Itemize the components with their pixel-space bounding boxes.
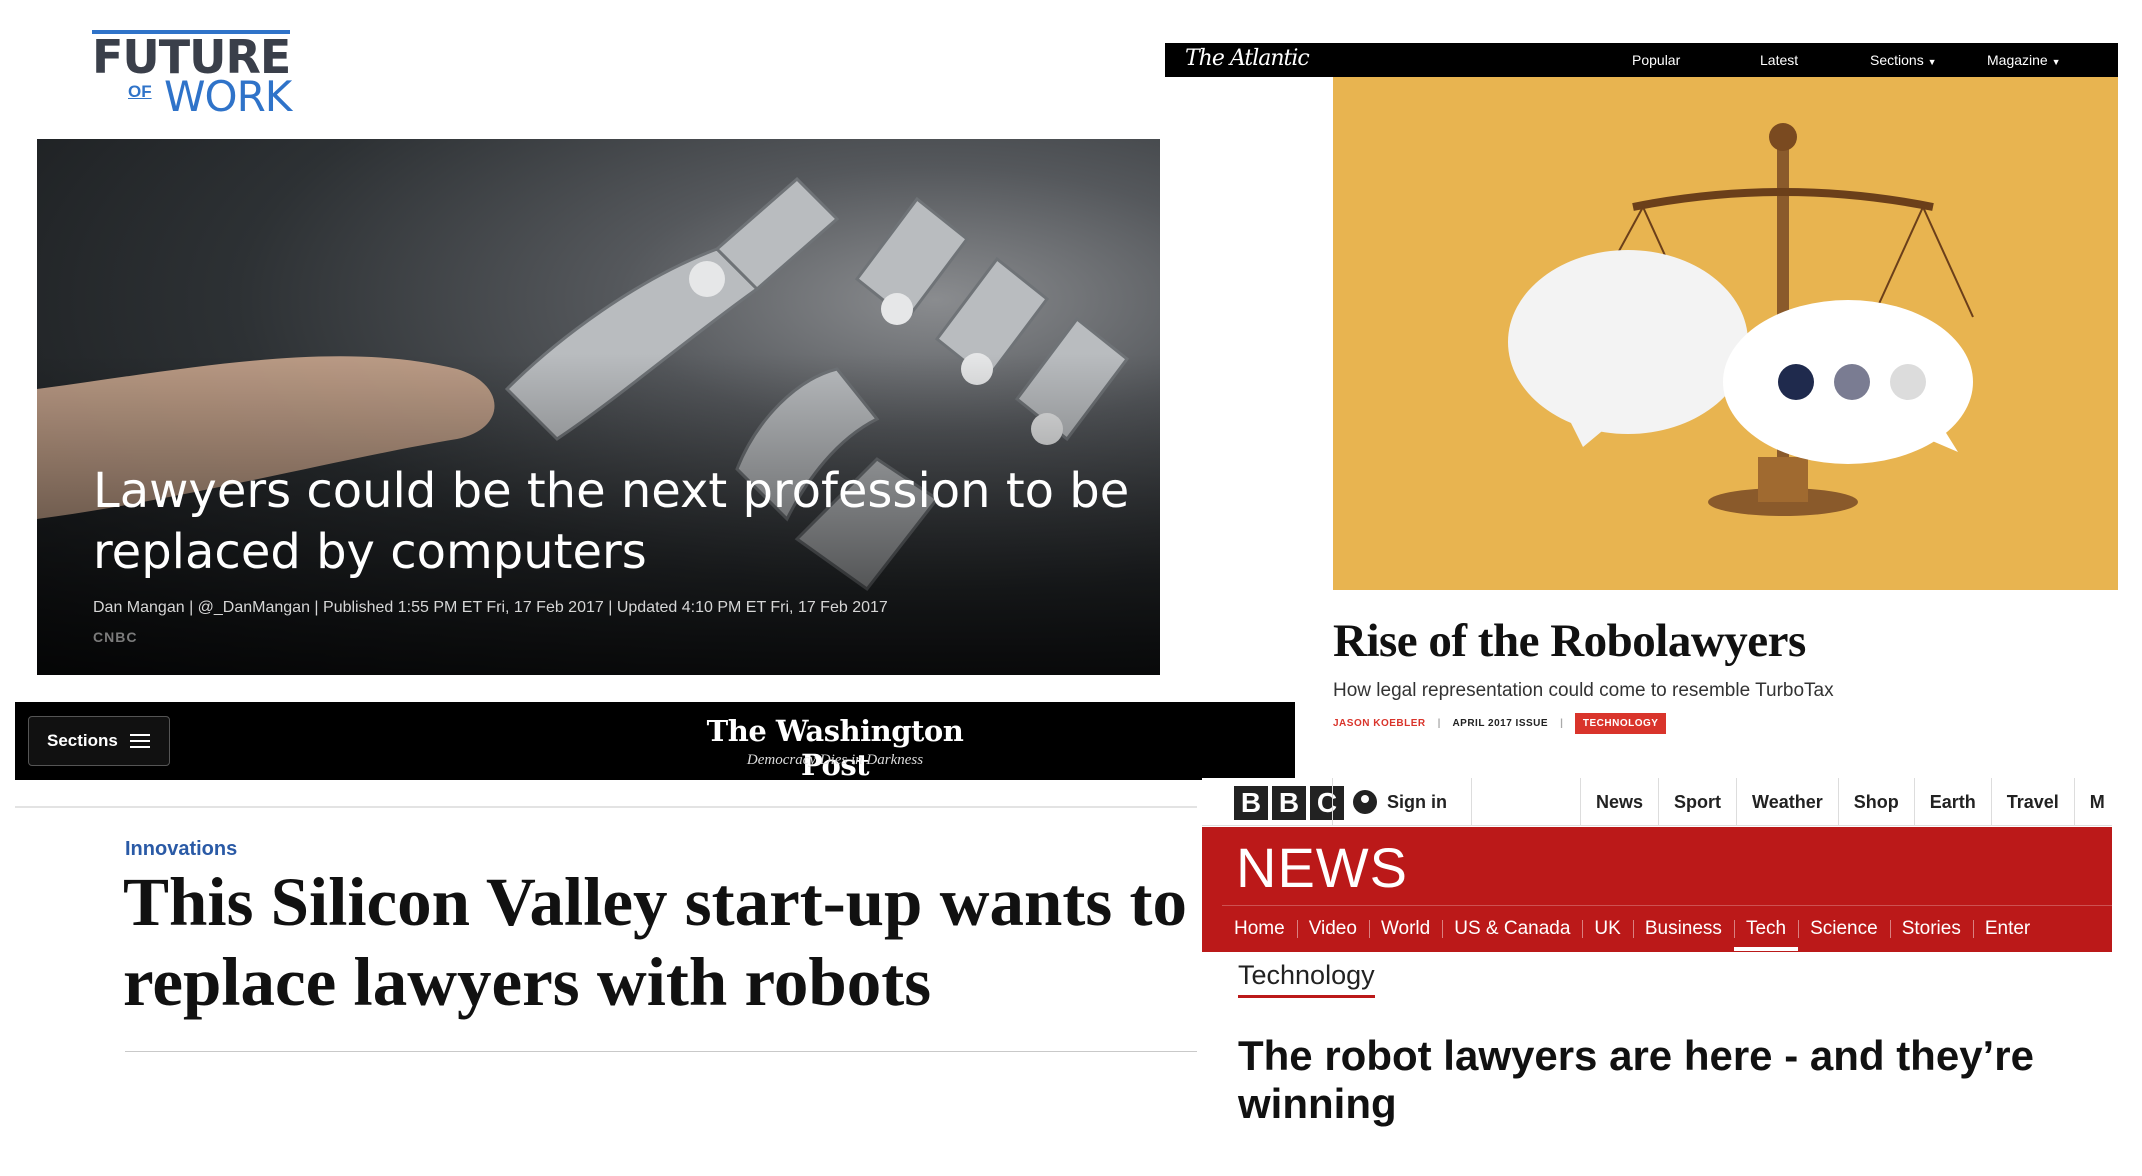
meta-separator: | <box>1437 718 1441 729</box>
bbc-top-nav-shop[interactable]: Shop <box>1837 778 1914 826</box>
wapo-masthead[interactable]: The Washington Post <box>670 714 1000 782</box>
speech-bubble-right <box>1723 300 1973 464</box>
wapo-kicker-link[interactable]: Innovations <box>125 838 237 861</box>
bbc-nav-business[interactable]: Business <box>1632 906 1734 951</box>
author-link[interactable]: JASON KOEBLER <box>1333 718 1426 729</box>
bbc-nav-stories[interactable]: Stories <box>1889 906 1973 951</box>
cnbc-byline: Dan Mangan | @_DanMangan | Published 1:5… <box>93 599 888 616</box>
atlantic-logo[interactable]: The Atlantic <box>1185 46 1310 71</box>
logo-work-text: WORK <box>164 72 292 121</box>
bbc-news-banner: NEWS Home Video World US & Canada UK Bus… <box>1202 827 2112 952</box>
atlantic-headline[interactable]: Rise of the Robolawyers <box>1333 614 1806 668</box>
wapo-sections-button[interactable]: Sections <box>28 716 170 766</box>
bbc-logo[interactable]: B B C <box>1234 786 1344 820</box>
section-badge[interactable]: TECHNOLOGY <box>1574 713 1667 734</box>
chevron-down-icon: ▼ <box>2051 57 2061 67</box>
bbc-sign-in-link[interactable]: Sign in <box>1332 778 1472 826</box>
sections-label: Sections <box>1870 52 1924 68</box>
hero-gradient-overlay <box>37 139 1160 675</box>
bbc-nav-entertainment[interactable]: Enter <box>1972 906 2042 951</box>
logo-of-text: OF <box>128 82 152 101</box>
sign-in-label: Sign in <box>1387 791 1447 812</box>
atlantic-dek: How legal representation could come to r… <box>1333 680 1834 701</box>
wapo-headline: This Silicon Valley start-up wants to re… <box>123 864 1187 1020</box>
bbc-logo-block: B <box>1272 786 1306 820</box>
bbc-nav-tech[interactable]: Tech <box>1733 906 1799 951</box>
wapo-tagline: Democracy Dies in Darkness <box>746 752 924 768</box>
bbc-top-nav-sport[interactable]: Sport <box>1658 778 1736 826</box>
bbc-nav-uk[interactable]: UK <box>1582 906 1632 951</box>
cnbc-article-hero[interactable]: Lawyers could be the next profession to … <box>37 139 1160 675</box>
bbc-nav-home[interactable]: Home <box>1222 906 1297 951</box>
user-avatar-icon <box>1353 790 1377 814</box>
atlantic-hero-image[interactable] <box>1333 77 2118 590</box>
meta-separator: | <box>1560 718 1563 729</box>
bbc-headline: The robot lawyers are here - and they’re… <box>1238 1032 2034 1127</box>
scales-of-justice-illustration <box>1508 123 1974 516</box>
bbc-nav-science[interactable]: Science <box>1798 906 1890 951</box>
bbc-top-nav-weather[interactable]: Weather <box>1736 778 1838 826</box>
bbc-top-nav-news[interactable]: News <box>1580 778 1658 826</box>
bbc-logo-block: B <box>1234 786 1268 820</box>
wapo-header-bar: Sections The Washington Post Democracy D… <box>15 702 1295 782</box>
bbc-top-nav: News Sport Weather Shop Earth Travel M <box>1580 778 2120 826</box>
cnbc-logo: CNBC <box>93 629 138 645</box>
issue-link[interactable]: APRIL 2017 ISSUE <box>1452 718 1548 729</box>
sections-label: Sections <box>47 731 118 750</box>
bbc-nav-video[interactable]: Video <box>1296 906 1369 951</box>
atlantic-nav-sections[interactable]: Sections ▼ <box>1870 52 1937 68</box>
bbc-top-nav-more[interactable]: M <box>2073 778 2120 826</box>
atlantic-header-bar: The Atlantic Popular Latest Sections ▼ M… <box>1165 43 2118 77</box>
bbc-nav-world[interactable]: World <box>1368 906 1442 951</box>
atlantic-nav-magazine[interactable]: Magazine ▼ <box>1987 52 2061 68</box>
cnbc-headline[interactable]: Lawyers could be the next profession to … <box>93 461 1133 583</box>
divider <box>15 806 1197 808</box>
bbc-nav-us-canada[interactable]: US & Canada <box>1442 906 1582 951</box>
hamburger-menu-icon <box>129 734 150 748</box>
bbc-top-bar: B B C Sign in News Sport Weather Shop Ea… <box>1202 778 2112 826</box>
divider <box>125 1051 1197 1052</box>
bbc-news-wordmark[interactable]: NEWS <box>1236 835 1408 900</box>
bbc-top-nav-earth[interactable]: Earth <box>1913 778 1991 826</box>
atlantic-nav-latest[interactable]: Latest <box>1760 52 1798 68</box>
future-of-work-logo: FUTURE OF WORK <box>92 30 292 120</box>
atlantic-article-meta: JASON KOEBLER | APRIL 2017 ISSUE | TECHN… <box>1333 713 1667 734</box>
bbc-top-nav-travel[interactable]: Travel <box>1990 778 2074 826</box>
speech-bubble-left <box>1508 250 1748 447</box>
chevron-down-icon: ▼ <box>1927 57 1937 67</box>
magazine-label: Magazine <box>1987 52 2048 68</box>
bbc-section-label[interactable]: Technology <box>1238 960 1375 998</box>
atlantic-nav-popular[interactable]: Popular <box>1632 52 1680 68</box>
bbc-news-nav: Home Video World US & Canada UK Business… <box>1222 905 2112 951</box>
